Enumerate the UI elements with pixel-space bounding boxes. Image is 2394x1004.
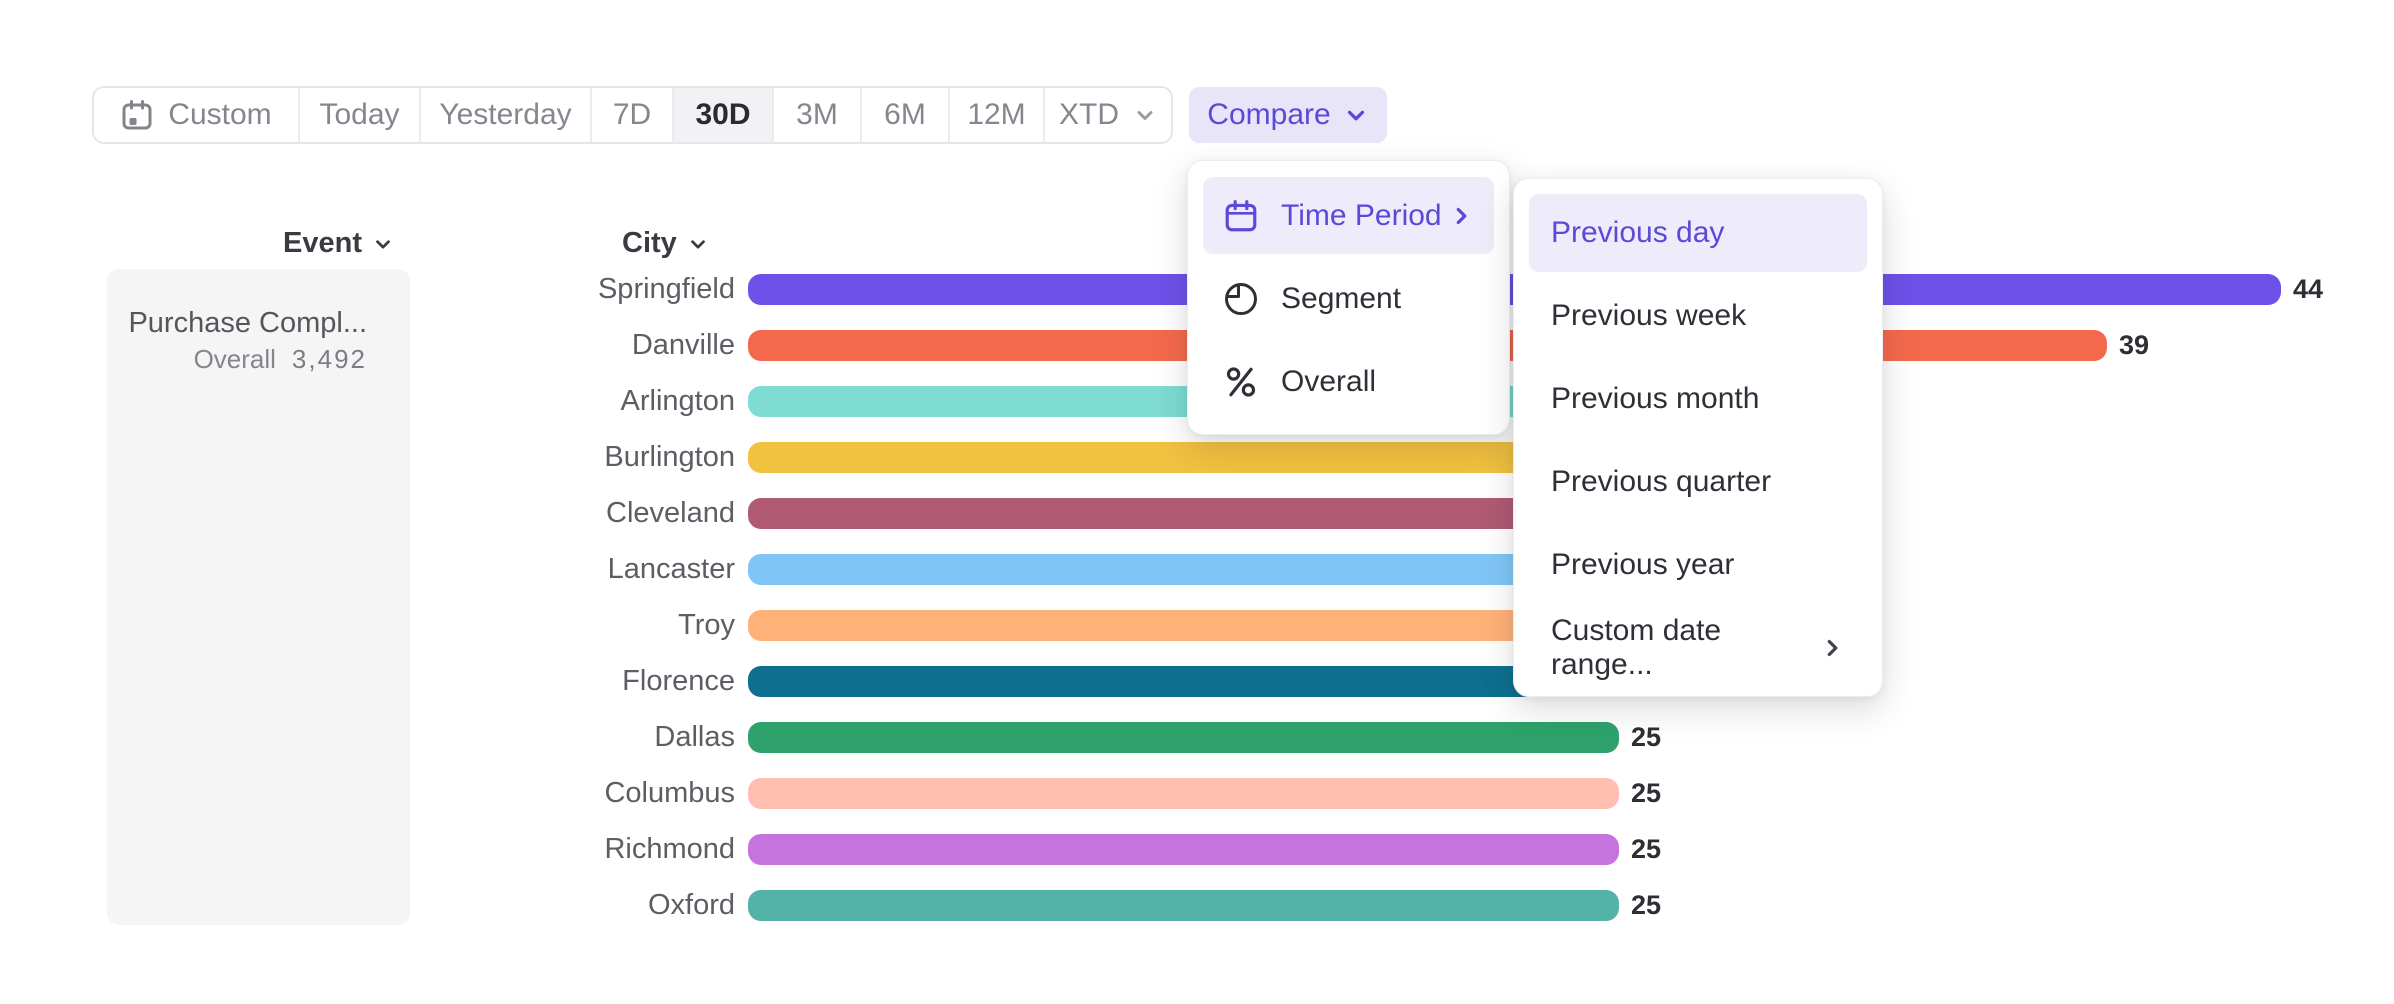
menu-item-label: Segment: [1281, 282, 1401, 316]
city-label-richmond: Richmond: [360, 834, 735, 865]
range-button-30d[interactable]: 30D: [672, 88, 772, 142]
menu-item-label: Custom date range...: [1551, 614, 1819, 682]
menu-item-label: Previous day: [1551, 216, 1724, 250]
city-label-arlington: Arlington: [360, 386, 735, 417]
menu-item-previous-quarter[interactable]: Previous quarter: [1529, 443, 1867, 521]
compare-button-label: Compare: [1207, 98, 1330, 132]
bar-value-oxford: 25: [1631, 890, 1661, 921]
city-label-springfield: Springfield: [360, 274, 735, 305]
menu-item-previous-day[interactable]: Previous day: [1529, 194, 1867, 272]
menu-item-custom-date-range[interactable]: Custom date range...: [1529, 609, 1867, 687]
city-label-burlington: Burlington: [360, 442, 735, 473]
range-button-today[interactable]: Today: [298, 88, 419, 142]
menu-item-previous-week[interactable]: Previous week: [1529, 277, 1867, 355]
time-period-submenu: Previous day Previous week Previous month P…: [1513, 178, 1883, 697]
chevron-down-icon: [1133, 103, 1157, 127]
compare-button[interactable]: Compare: [1189, 87, 1387, 143]
menu-item-previous-year[interactable]: Previous year: [1529, 526, 1867, 604]
bar-dallas[interactable]: [748, 722, 1619, 753]
bar-value-richmond: 25: [1631, 834, 1661, 865]
range-button-label: Today: [319, 98, 399, 132]
chevron-down-icon: [1343, 102, 1369, 128]
range-button-label: Custom: [168, 98, 271, 132]
percent-icon: [1223, 364, 1259, 400]
bar-richmond[interactable]: [748, 834, 1619, 865]
calendar-icon: [1223, 198, 1259, 234]
city-label-dallas: Dallas: [360, 722, 735, 753]
city-label-danville: Danville: [360, 330, 735, 361]
bar-value-columbus: 25: [1631, 778, 1661, 809]
range-button-label: 6M: [884, 98, 926, 132]
bar-value-dallas: 25: [1631, 722, 1661, 753]
range-button-custom[interactable]: Custom: [94, 88, 298, 142]
chevron-right-icon: [1448, 203, 1474, 229]
city-label-cleveland: Cleveland: [360, 498, 735, 529]
bar-oxford[interactable]: [748, 890, 1619, 921]
menu-item-label: Previous year: [1551, 548, 1734, 582]
bar-chart: Springfield 44 Danville 39 Arlington Burlingt…: [0, 0, 2394, 1004]
range-button-yesterday[interactable]: Yesterday: [419, 88, 590, 142]
range-button-xtd[interactable]: XTD: [1043, 88, 1171, 142]
city-label-columbus: Columbus: [360, 778, 735, 809]
menu-item-overall[interactable]: Overall: [1203, 343, 1494, 420]
city-label-lancaster: Lancaster: [360, 554, 735, 585]
menu-item-label: Previous week: [1551, 299, 1746, 333]
menu-item-time-period[interactable]: Time Period: [1203, 177, 1494, 254]
compare-menu: Time Period Segment Overall: [1187, 160, 1510, 435]
range-button-12m[interactable]: 12M: [948, 88, 1043, 142]
range-button-label: 7D: [613, 98, 651, 132]
city-label-oxford: Oxford: [360, 890, 735, 921]
calendar-icon: [120, 98, 154, 132]
bar-columbus[interactable]: [748, 778, 1619, 809]
range-button-label: 12M: [967, 98, 1025, 132]
range-button-label: XTD: [1059, 98, 1119, 132]
range-button-label: 3M: [796, 98, 838, 132]
range-button-6m[interactable]: 6M: [860, 88, 948, 142]
bar-value-danville: 39: [2119, 330, 2149, 361]
menu-item-label: Overall: [1281, 365, 1376, 399]
segment-icon: [1223, 281, 1259, 317]
range-button-7d[interactable]: 7D: [590, 88, 672, 142]
menu-item-label: Previous quarter: [1551, 465, 1771, 499]
menu-item-label: Previous month: [1551, 382, 1759, 416]
range-button-3m[interactable]: 3M: [772, 88, 860, 142]
bar-value-springfield: 44: [2293, 274, 2323, 305]
city-label-florence: Florence: [360, 666, 735, 697]
range-button-label: 30D: [695, 98, 750, 132]
city-label-troy: Troy: [360, 610, 735, 641]
date-range-toolbar: Custom Today Yesterday 7D 30D 3M 6M 12M XTD: [92, 86, 1173, 144]
chevron-right-icon: [1819, 635, 1845, 661]
range-button-label: Yesterday: [439, 98, 571, 132]
menu-item-label: Time Period: [1281, 199, 1442, 233]
menu-item-segment[interactable]: Segment: [1203, 260, 1494, 337]
menu-item-previous-month[interactable]: Previous month: [1529, 360, 1867, 438]
